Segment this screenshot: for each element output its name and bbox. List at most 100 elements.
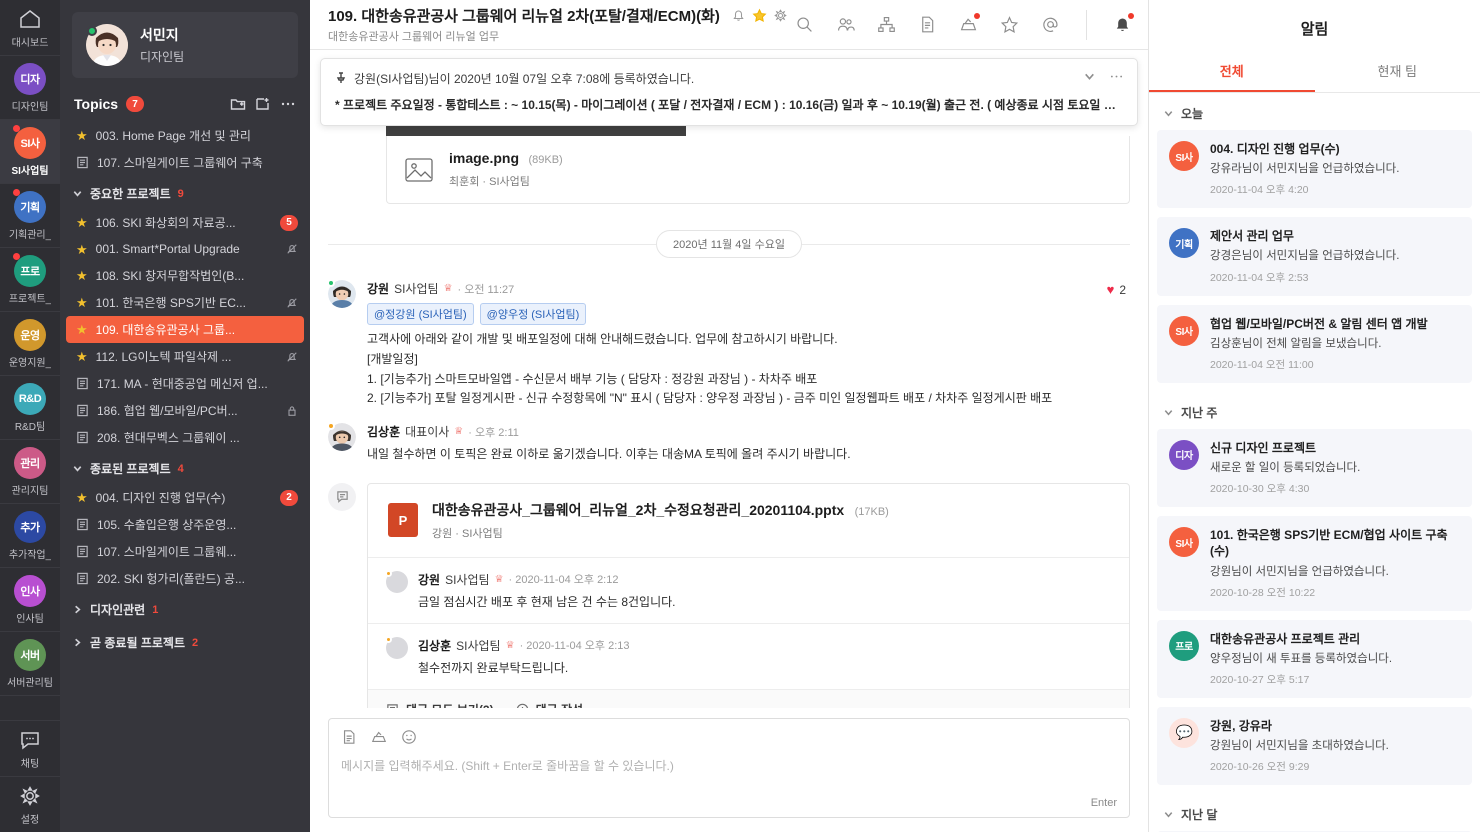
notification-item[interactable]: SI사 협업 웹/모바일/PC버전 & 알림 센터 앱 개발 김상훈님이 전체 알림… bbox=[1157, 304, 1472, 383]
tab-current-team[interactable]: 현재 팀 bbox=[1315, 53, 1480, 92]
notifications-list[interactable]: 오늘 SI사 004. 디자인 진행 업무(수) 강유라님이 서민지님을 언급하였습니… bbox=[1149, 93, 1480, 832]
star-icon[interactable] bbox=[752, 8, 767, 23]
documents-button[interactable] bbox=[918, 15, 937, 34]
vote-button[interactable] bbox=[959, 13, 980, 34]
sidebar-item-topic[interactable]: 202. SKI 헝가리(폴란드) 공... bbox=[60, 565, 310, 592]
thread-reply[interactable]: 강원 SI사업팀 ♕ · 2020-11-04 오후 2:12 금일 점심시간 … bbox=[368, 556, 1129, 623]
rail-item-team[interactable]: SI사 SI사업팀 bbox=[0, 120, 60, 184]
message-input-placeholder[interactable]: 메시지를 입력해주세요. (Shift + Enter로 줄바꿈을 할 수 있습… bbox=[341, 757, 1117, 774]
reply-team: SI사업팀 bbox=[456, 638, 501, 653]
topic-group-header[interactable]: 곧 종료될 프로젝트 2 bbox=[60, 625, 310, 658]
rail-label-team: 기획관리_ bbox=[8, 230, 52, 241]
message-composer[interactable]: 메시지를 입력해주세요. (Shift + Enter로 줄바꿈을 할 수 있습… bbox=[328, 718, 1130, 818]
rail-item-team[interactable]: 관리 관리지팀 bbox=[0, 440, 60, 504]
rail-item-team[interactable]: 추가 추가작업_ bbox=[0, 504, 60, 568]
mention-button[interactable] bbox=[1041, 15, 1060, 34]
search-button[interactable] bbox=[795, 15, 814, 34]
more-icon[interactable] bbox=[280, 96, 296, 112]
notification-item[interactable]: 디자 신규 디자인 프로젝트 새로운 할 일이 등록되었습니다. 2020-10-30… bbox=[1157, 428, 1472, 508]
notification-body: 제안서 관리 업무 강경은님이 서민지님을 언급하였습니다. 2020-11-04 … bbox=[1210, 228, 1399, 284]
add-topic-icon[interactable] bbox=[255, 96, 271, 112]
notification-item[interactable]: SI사 004. 디자인 진행 업무(수) 강유라님이 서민지님을 언급하였습니다.… bbox=[1157, 130, 1472, 209]
notification-bell-button[interactable] bbox=[1113, 13, 1134, 34]
topic-label: 112. LG이노텍 파일삭제 ... bbox=[95, 350, 232, 364]
topic-group-header[interactable]: 중요한 프로젝트 9 bbox=[60, 176, 310, 209]
document-icon bbox=[922, 16, 934, 33]
sidebar-item-topic[interactable]: ★ 003. Home Page 개선 및 관리 bbox=[60, 122, 310, 149]
file-attachment[interactable]: P 대한송유관공사_그룹웨어_리뉴얼_2차_수정요청관리_20201104.pp… bbox=[368, 484, 1129, 557]
feed-inner: image.png (89KB) 최훈회 · SI사업팀 2020년 11월 4… bbox=[310, 50, 1148, 708]
topic-group-header[interactable]: 디자인관련 1 bbox=[60, 592, 310, 625]
sidebar-item-topic[interactable]: ★ 004. 디자인 진행 업무(수) 2 bbox=[60, 484, 310, 511]
emoji-icon[interactable] bbox=[401, 729, 417, 745]
notification-item[interactable]: 💬 강원, 강유라 강원님이 서민지님을 초대하였습니다. 2020-10-26 오전… bbox=[1157, 706, 1472, 786]
notification-section-header[interactable]: 지난 달 bbox=[1157, 794, 1472, 831]
profile-card[interactable]: 서민지 디자인팀 bbox=[72, 12, 298, 78]
vote-icon[interactable] bbox=[371, 729, 387, 745]
sidebar-item-topic[interactable]: ★ 109. 대한송유관공사 그룹... bbox=[66, 316, 304, 343]
sidebar-item-topic[interactable]: 107. 스마일게이트 그룹웨어 구축 bbox=[60, 149, 310, 176]
rail-item-team[interactable]: 기획기획관리_ bbox=[0, 184, 60, 248]
sidebar-item-topic[interactable]: ★ 001. Smart*Portal Upgrade bbox=[60, 236, 310, 262]
thread-item[interactable]: P 대한송유관공사_그룹웨어_리뉴얼_2차_수정요청관리_20201104.pp… bbox=[328, 482, 1130, 708]
sidebar-item-topic[interactable]: ★ 106. SKI 화상회의 자료공... 5 bbox=[60, 209, 310, 236]
notifications-title: 알림 bbox=[1300, 21, 1329, 38]
sidebar-item-topic[interactable]: 171. MA - 현대중공업 메신저 업... bbox=[60, 370, 310, 397]
notification-section-header[interactable]: 오늘 bbox=[1157, 93, 1472, 130]
reaction-badge[interactable]: ♥ 2 bbox=[1107, 282, 1126, 297]
sidebar-item-topic[interactable]: 208. 현대무벡스 그룹웨이 ... bbox=[60, 424, 310, 451]
message-item[interactable]: 김상훈 대표이사 ♕ · 오후 2:11 내일 철수하면 이 토픽은 완료 이하… bbox=[327, 419, 1130, 475]
bookmark-button[interactable] bbox=[1000, 15, 1019, 34]
topic-group-header[interactable]: 종료된 프로젝트 4 bbox=[60, 451, 310, 484]
chevron-down-icon[interactable] bbox=[1083, 70, 1096, 83]
enter-hint: Enter bbox=[1090, 797, 1117, 809]
add-folder-icon[interactable] bbox=[230, 96, 246, 112]
sidebar-item-topic[interactable]: 107. 스마일게이트 그룹웨... bbox=[60, 538, 310, 565]
lock-icon bbox=[288, 405, 296, 416]
more-icon[interactable] bbox=[1110, 70, 1123, 83]
notification-item[interactable]: SI사 101. 한국은행 SPS기반 ECM/협업 사이트 구축(수) 강원님이 … bbox=[1157, 516, 1472, 611]
rail-bottom: 채팅 설정 bbox=[0, 720, 60, 832]
notification-item[interactable]: 프로 대한송유관공사 프로젝트 관리 양우정님이 새 투표를 등록하였습니다. 202… bbox=[1157, 619, 1472, 698]
rail-item-team[interactable]: 디자 디자인팀 bbox=[0, 56, 60, 120]
topic-label: 108. SKI 창저무합작법인(B... bbox=[95, 269, 245, 283]
rail-team-list: 디자 디자인팀 SI사 SI사업팀 기획 기획관리_ 프로 프로젝트_ 운영 운영지원_ R&D R&… bbox=[0, 56, 60, 720]
rail-item-team[interactable]: 인사 인사팀 bbox=[0, 568, 60, 632]
team-avatar: 기획 bbox=[14, 191, 46, 223]
sidebar-item-topic[interactable]: 105. 수출입은행 상주운영... bbox=[60, 511, 310, 538]
rail-item-dashboard[interactable]: 대시보드 bbox=[0, 0, 60, 56]
sidebar-item-topic[interactable]: ★ 101. 한국은행 SPS기반 EC... bbox=[60, 289, 310, 316]
image-attachment-card[interactable]: image.png (89KB) 최훈회 · SI사업팀 bbox=[386, 136, 1130, 204]
attachment-meta: 최훈회 · SI사업팀 bbox=[449, 176, 530, 188]
attach-file-icon[interactable] bbox=[341, 729, 357, 745]
thread-reply[interactable]: 김상훈 SI사업팀 ♕ · 2020-11-04 오후 2:13 철수전까지 완… bbox=[368, 622, 1129, 689]
view-all-comments-label: 댓글 모두 보기(2) bbox=[406, 701, 494, 708]
message-item[interactable]: 강원 SI사업팀 ♕ · 오전 11:27 @정강원 (SI사업팀) @양우정 … bbox=[327, 276, 1130, 419]
notification-section-header[interactable]: 지난 주 bbox=[1157, 392, 1472, 429]
rail-item-team[interactable]: R&D R&D팀 bbox=[0, 376, 60, 440]
bell-icon[interactable] bbox=[731, 8, 746, 23]
rail-label-team: 운영지원_ bbox=[8, 358, 52, 369]
view-all-comments-button[interactable]: 댓글 모두 보기(2) bbox=[386, 701, 494, 708]
unread-dot bbox=[13, 125, 20, 132]
mention-chip[interactable]: @정강원 (SI사업팀) bbox=[367, 303, 474, 325]
rail-item-team[interactable]: 서버 서버관리팀 bbox=[0, 632, 60, 696]
rail-item-team[interactable]: 운영 운영지원_ bbox=[0, 312, 60, 376]
rail-item-team[interactable]: 프로 프로젝트_ bbox=[0, 248, 60, 312]
message-feed[interactable]: image.png (89KB) 최훈회 · SI사업팀 2020년 11월 4… bbox=[310, 50, 1148, 708]
org-chart-button[interactable] bbox=[877, 15, 896, 34]
notification-badge-dot bbox=[1128, 13, 1134, 19]
rail-item-chat[interactable]: 채팅 bbox=[0, 721, 60, 777]
sidebar-item-topic[interactable]: ★ 112. LG이노텍 파일삭제 ... bbox=[60, 343, 310, 370]
day-line-left bbox=[328, 243, 657, 245]
tab-all[interactable]: 전체 bbox=[1149, 53, 1315, 92]
members-button[interactable] bbox=[836, 15, 855, 34]
sidebar-item-topic[interactable]: ★ 108. SKI 창저무합작법인(B... bbox=[60, 262, 310, 289]
pinned-notice[interactable]: 강원(SI사업팀)님이 2020년 10월 07일 오후 7:08에 등록하였습… bbox=[320, 58, 1138, 126]
sidebar-item-topic[interactable]: 186. 협업 웹/모바일/PC버... bbox=[60, 397, 310, 424]
rail-item-settings[interactable]: 설정 bbox=[0, 777, 60, 832]
notification-item[interactable]: 기획 제안서 관리 업무 강경은님이 서민지님을 언급하였습니다. 2020-11-0… bbox=[1157, 217, 1472, 296]
gear-icon[interactable] bbox=[773, 8, 788, 23]
write-comment-button[interactable]: 댓글 작성 bbox=[516, 701, 583, 708]
mention-chip[interactable]: @양우정 (SI사업팀) bbox=[479, 303, 587, 325]
